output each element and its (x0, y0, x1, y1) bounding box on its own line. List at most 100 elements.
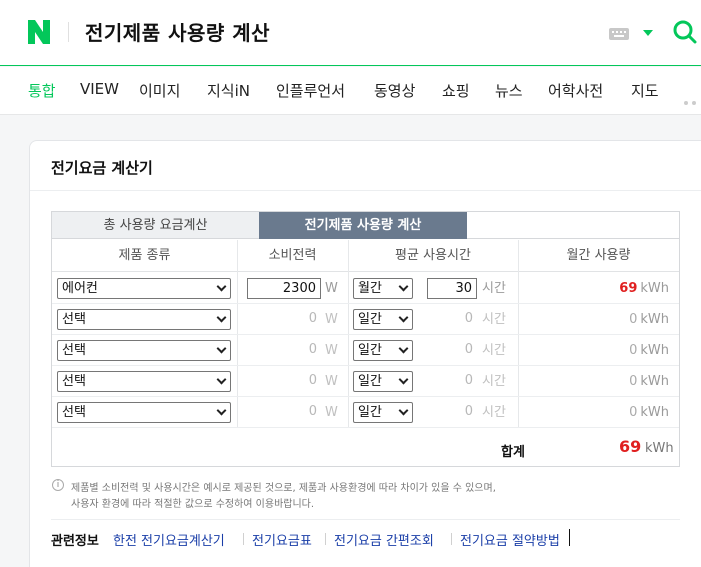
naver-logo[interactable] (28, 20, 50, 44)
period-select[interactable]: 일간 (353, 371, 413, 392)
text-cursor (569, 529, 570, 546)
monthly-usage: 0 kWh (629, 340, 669, 361)
period-select[interactable]: 월간 (353, 278, 413, 299)
notice-line-1: 제품별 소비전력 및 사용시간은 예시로 제공된 것으로, 제품과 사용환경에 … (71, 483, 496, 494)
tab-total-usage[interactable]: 총 사용량 요금계산 (52, 212, 259, 239)
unit-kwh: kWh (640, 374, 669, 389)
period-select[interactable]: 일간 (353, 340, 413, 361)
link-quick-lookup[interactable]: 전기요금 간편조회 (334, 530, 434, 549)
search-tabs: 통합 VIEW 이미지 지식iN 인플루언서 동영상 쇼핑 뉴스 어학사전 지도 (0, 67, 701, 115)
monthly-usage: 69 kWh (619, 278, 669, 299)
chevron-down-icon (398, 374, 409, 385)
product-value: 선택 (62, 343, 86, 358)
unit-kwh: kWh (640, 343, 669, 358)
notice-divider (51, 519, 680, 520)
search-icon[interactable] (673, 20, 697, 44)
chevron-down-icon (398, 281, 409, 292)
period-select[interactable]: 일간 (353, 309, 413, 330)
product-select[interactable]: 선택 (57, 340, 231, 361)
col-power: 소비전력 (237, 240, 348, 272)
search-query[interactable]: 전기제품 사용량 계산 (85, 17, 270, 46)
link-separator (325, 533, 326, 545)
chevron-down-icon (398, 343, 409, 354)
product-select[interactable]: 선택 (57, 371, 231, 392)
link-kepco-calculator[interactable]: 한전 전기요금계산기 (113, 530, 225, 549)
tab-map[interactable]: 지도 (631, 80, 659, 101)
col-product-type: 제품 종류 (52, 240, 237, 272)
more-tabs-icon[interactable] (684, 90, 700, 109)
hours-input[interactable]: 0 (427, 309, 477, 330)
product-select[interactable]: 선택 (57, 309, 231, 330)
total-label: 합계 (501, 445, 525, 460)
usage-value: 0 (629, 374, 638, 389)
table-row: 선택 0 W 일간 0 시간 0 kWh (52, 304, 679, 335)
period-value: 일간 (358, 374, 382, 389)
unit-kwh: kWh (640, 281, 669, 296)
table-row: 선택 0 W 일간 0 시간 0 kWh (52, 397, 679, 428)
unit-kwh: kWh (640, 405, 669, 420)
electricity-calculator-card: 전기요금 계산기 총 사용량 요금계산 전기제품 사용량 계산 제품 종류 소비… (29, 140, 701, 567)
usage-value: 0 (629, 312, 638, 327)
unit-w: W (325, 312, 338, 327)
tab-influencer[interactable]: 인플루언서 (276, 80, 345, 101)
keyboard-icon[interactable] (609, 28, 629, 40)
autocomplete-arrow-icon[interactable] (643, 30, 653, 36)
period-value: 일간 (358, 405, 382, 420)
logo-divider (68, 22, 69, 42)
chevron-down-icon (398, 312, 409, 323)
total-value: 69 (619, 437, 642, 456)
product-value: 선택 (62, 374, 86, 389)
link-separator (451, 533, 452, 545)
unit-hour: 시간 (482, 281, 506, 296)
tab-view[interactable]: VIEW (80, 80, 119, 98)
table-row: 선택 0 W 일간 0 시간 0 kWh (52, 335, 679, 366)
usage-value: 0 (629, 405, 638, 420)
power-input[interactable]: 0 (247, 309, 321, 330)
hours-input[interactable]: 30 (427, 278, 477, 299)
unit-w: W (325, 374, 338, 389)
tab-integrated[interactable]: 통합 (28, 80, 56, 101)
link-saving-tips[interactable]: 전기요금 절약방법 (460, 530, 560, 549)
chevron-down-icon (216, 374, 227, 385)
tab-kin[interactable]: 지식iN (207, 80, 250, 101)
period-value: 일간 (358, 312, 382, 327)
chevron-down-icon (216, 405, 227, 416)
link-separator (243, 533, 244, 545)
power-input[interactable]: 0 (247, 340, 321, 361)
chevron-down-icon (398, 405, 409, 416)
tab-video[interactable]: 동영상 (374, 80, 415, 101)
power-input[interactable]: 0 (247, 371, 321, 392)
hours-input[interactable]: 0 (427, 371, 477, 392)
unit-hour: 시간 (482, 405, 506, 420)
monthly-usage: 0 kWh (629, 402, 669, 423)
chevron-down-icon (216, 281, 227, 292)
link-rate-table[interactable]: 전기요금표 (252, 530, 312, 549)
power-input[interactable]: 2300 (247, 278, 321, 299)
table-row: 에어컨 2300 W 월간 30 시간 69 kWh (52, 273, 679, 304)
hours-input[interactable]: 0 (427, 340, 477, 361)
info-icon: i (52, 479, 64, 491)
notice-line-2: 사용자 환경에 따라 적절한 값으로 수정하여 이용바랍니다. (71, 499, 315, 510)
calculator-table: 총 사용량 요금계산 전기제품 사용량 계산 제품 종류 소비전력 평균 사용시… (51, 211, 680, 467)
tab-appliance-usage[interactable]: 전기제품 사용량 계산 (259, 212, 467, 239)
product-select[interactable]: 에어컨 (57, 278, 231, 299)
period-select[interactable]: 일간 (353, 402, 413, 423)
power-input[interactable]: 0 (247, 402, 321, 423)
tab-news[interactable]: 뉴스 (495, 80, 523, 101)
unit-hour: 시간 (482, 374, 506, 389)
tab-dictionary[interactable]: 어학사전 (548, 80, 603, 101)
product-value: 에어컨 (62, 281, 98, 296)
chevron-down-icon (216, 312, 227, 323)
chevron-down-icon (216, 343, 227, 354)
tab-shopping[interactable]: 쇼핑 (442, 80, 470, 101)
tab-images[interactable]: 이미지 (139, 80, 180, 101)
unit-kwh: kWh (640, 312, 669, 327)
unit-hour: 시간 (482, 343, 506, 358)
table-row: 선택 0 W 일간 0 시간 0 kWh (52, 366, 679, 397)
search-header: 전기제품 사용량 계산 (0, 0, 701, 66)
product-select[interactable]: 선택 (57, 402, 231, 423)
unit-hour: 시간 (482, 312, 506, 327)
tab-spacer (467, 212, 679, 239)
hours-input[interactable]: 0 (427, 402, 477, 423)
usage-value: 69 (619, 281, 638, 296)
